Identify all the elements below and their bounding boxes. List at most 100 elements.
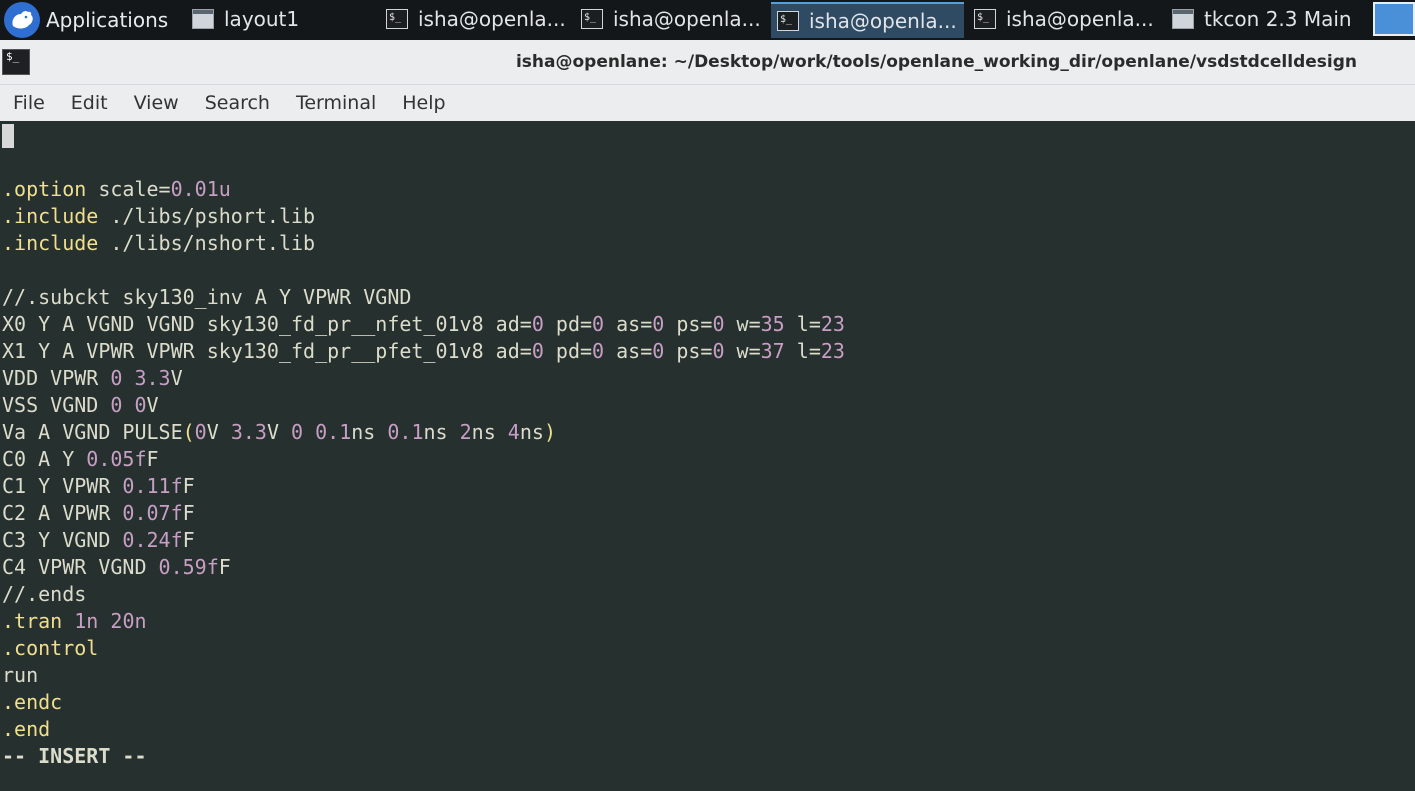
code-token: .tran [2, 609, 63, 633]
code-token: pd= [543, 339, 593, 363]
code-line: .endc [2, 689, 62, 716]
code-token: F [218, 555, 231, 579]
code-token: ( [182, 420, 195, 444]
code-token: 0 [291, 420, 304, 444]
code-token: V [146, 393, 159, 417]
code-token: pd= [543, 312, 593, 336]
window-title: isha@openlane: ~/Desktop/work/tools/open… [515, 52, 1357, 72]
code-token: 0.11f [122, 474, 183, 498]
terminal-icon: $_ [777, 11, 799, 31]
applications-menu[interactable]: Applications [0, 0, 168, 40]
code-token: F [182, 501, 195, 525]
task-terminal-2[interactable]: $_ isha@openla... [575, 2, 767, 36]
code-token: .include [2, 204, 99, 228]
code-token: 0 [110, 393, 123, 417]
task-label: isha@openla... [613, 7, 761, 31]
code-token: ns [351, 420, 388, 444]
menu-search[interactable]: Search [192, 92, 283, 114]
window-icon [1172, 9, 1194, 29]
code-token: C1 Y VPWR [2, 474, 123, 498]
code-line: VDD VPWR 0 3.3V [2, 365, 183, 392]
code-token: V [170, 366, 183, 390]
code-line: C4 VPWR VGND 0.59fF [2, 554, 231, 581]
code-token: C0 A Y [2, 447, 87, 471]
text-cursor [2, 124, 14, 148]
code-token: ns [471, 420, 508, 444]
code-token: as= [604, 339, 653, 363]
code-token: F [146, 447, 159, 471]
code-token: 0.01u [170, 177, 231, 201]
terminal-icon: $_ [974, 9, 996, 29]
code-token: .end [2, 717, 51, 741]
code-token: 0 [592, 339, 605, 363]
menu-edit[interactable]: Edit [58, 92, 121, 114]
code-token: 37 [760, 339, 785, 363]
code-token: 0 [712, 312, 725, 336]
code-token: 0 [531, 339, 544, 363]
code-line: //.ends [2, 581, 86, 608]
window-titlebar[interactable]: $_ isha@openlane: ~/Desktop/work/tools/o… [0, 40, 1415, 85]
window-icon [192, 9, 214, 29]
vim-mode-indicator: -- INSERT -- [2, 744, 147, 768]
code-token: F [182, 474, 195, 498]
task-terminal-3-active[interactable]: $_ isha@openla... [771, 2, 964, 38]
menubar: File Edit View Search Terminal Help [0, 85, 1415, 121]
code-token: .endc [2, 690, 63, 714]
task-label: isha@openla... [418, 7, 566, 31]
code-line: .end [2, 716, 50, 743]
code-line: X0 Y A VGND VGND sky130_fd_pr__nfet_01v8… [2, 311, 845, 338]
task-label: isha@openla... [1006, 7, 1154, 31]
code-line: C2 A VPWR 0.07fF [2, 500, 195, 527]
code-token: X0 Y A VGND VGND sky130_fd_pr__nfet_01v8… [2, 312, 532, 336]
code-token: 4 [507, 420, 520, 444]
task-terminal-4[interactable]: $_ isha@openla... [968, 2, 1162, 36]
terminal-area[interactable]: .option scale=0.01u .include ./libs/pshor… [0, 121, 1415, 791]
code-token: 0 [712, 339, 725, 363]
code-line: Va A VGND PULSE(0V 3.3V 0 0.1ns 0.1ns 2n… [2, 419, 556, 446]
code-line: .tran 1n 20n [2, 608, 147, 635]
code-token: C2 A VPWR [2, 501, 123, 525]
menu-file[interactable]: File [0, 92, 58, 114]
code-line: .include ./libs/pshort.lib [2, 203, 315, 230]
code-token: scale= [86, 177, 171, 201]
code-token: 0.59f [158, 555, 219, 579]
task-layout1[interactable]: layout1 [186, 2, 374, 36]
code-token: .include [2, 231, 99, 255]
code-token: ns [423, 420, 460, 444]
menu-terminal[interactable]: Terminal [283, 92, 389, 114]
code-line: C0 A Y 0.05fF [2, 446, 159, 473]
task-tkcon[interactable]: tkcon 2.3 Main [1166, 2, 1362, 36]
code-token: 0.1 [387, 420, 424, 444]
task-terminal-1[interactable]: $_ isha@openla... [380, 2, 570, 36]
menu-help[interactable]: Help [389, 92, 458, 114]
code-token: 0.1 [315, 420, 352, 444]
code-token: //.ends [2, 582, 87, 606]
code-token: C4 VPWR VGND [2, 555, 159, 579]
code-token: w= [724, 339, 761, 363]
code-token: X1 Y A VPWR VPWR sky130_fd_pr__pfet_01v8… [2, 339, 532, 363]
code-token: w= [724, 312, 761, 336]
code-line: //.subckt sky130_inv A Y VPWR VGND [2, 284, 411, 311]
task-label: layout1 [224, 7, 300, 31]
code-line: C3 Y VGND 0.24fF [2, 527, 195, 554]
menu-view[interactable]: View [121, 92, 192, 114]
code-token: 3.3 [230, 420, 267, 444]
code-token: F [182, 528, 195, 552]
code-token: Va A VGND PULSE [2, 420, 183, 444]
code-token: 0 [531, 312, 544, 336]
task-label: tkcon 2.3 Main [1204, 7, 1352, 31]
code-token: 23 [820, 312, 845, 336]
code-token: 1n [74, 609, 99, 633]
code-token: l= [784, 312, 821, 336]
code-token: 3.3 [134, 366, 171, 390]
code-token: 35 [760, 312, 785, 336]
code-token: 0 [652, 339, 665, 363]
code-token: VSS VGND [2, 393, 111, 417]
show-desktop-button[interactable] [1373, 2, 1415, 36]
code-token: 0.24f [122, 528, 183, 552]
code-token: as= [604, 312, 653, 336]
code-token: ) [543, 420, 556, 444]
